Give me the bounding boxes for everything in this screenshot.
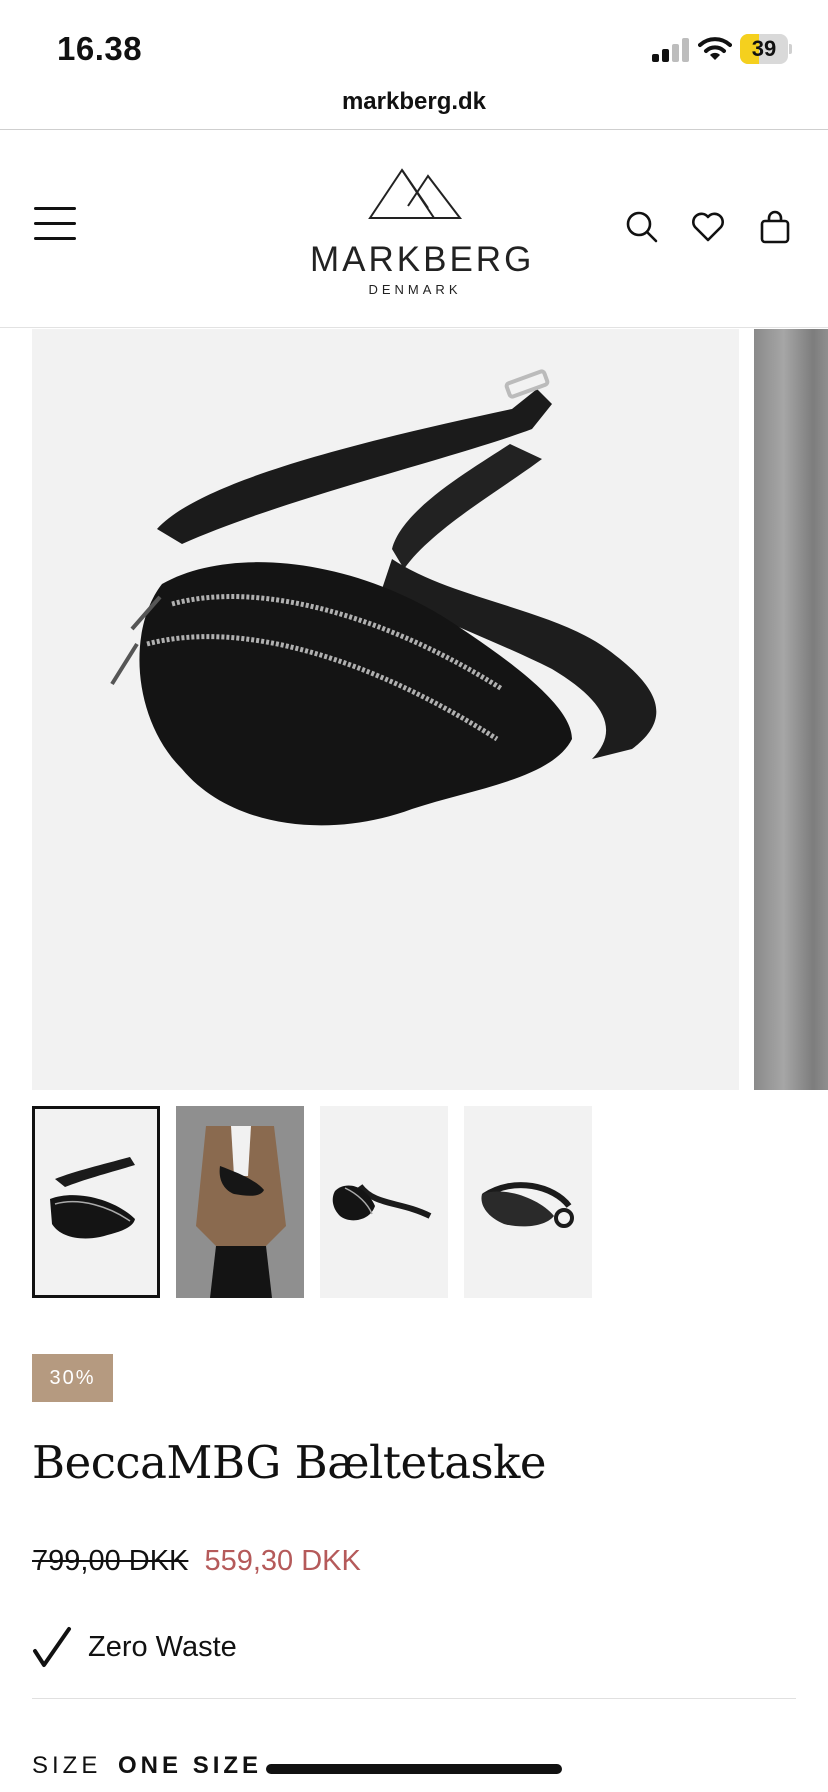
brand-subtitle: DENMARK <box>368 282 462 297</box>
thumbnail-model-image <box>176 1106 304 1298</box>
size-value: ONE SIZE <box>118 1752 263 1779</box>
product-main-image[interactable] <box>32 329 739 1090</box>
status-time: 16.38 <box>57 30 143 67</box>
search-icon[interactable] <box>624 209 660 245</box>
thumbnail-strip <box>32 1106 592 1298</box>
product-title: BeccaMBG Bæltetaske <box>32 1436 547 1489</box>
sale-price: 559,30 DKK <box>204 1545 361 1577</box>
feature-zero-waste: Zero Waste <box>32 1625 432 1671</box>
heart-icon[interactable] <box>690 209 726 245</box>
battery-level: 39 <box>751 36 777 61</box>
thumbnail-4[interactable] <box>464 1106 592 1298</box>
home-indicator[interactable] <box>266 1764 562 1774</box>
size-label: SIZE <box>32 1752 102 1779</box>
size-selector[interactable]: SIZE ONE SIZE <box>32 1752 262 1780</box>
brand-name: MARKBERG <box>310 240 535 279</box>
price-block: 799,00 DKK 559,30 DKK <box>32 1545 361 1578</box>
bag-icon[interactable] <box>757 209 793 245</box>
thumbnail-3[interactable] <box>320 1106 448 1298</box>
thumbnail-1[interactable] <box>32 1106 160 1298</box>
thumbnail-bag-image <box>50 1157 135 1239</box>
original-price: 799,00 DKK <box>32 1545 189 1577</box>
thumbnail-bag-back-image <box>481 1182 574 1228</box>
brand-logo[interactable]: MARKBERG DENMARK <box>310 156 535 297</box>
thumbnail-bag-side-image <box>332 1184 432 1221</box>
divider <box>32 1698 796 1699</box>
belt-bag-image <box>110 369 657 826</box>
wifi-icon <box>698 36 732 62</box>
discount-badge: 30% <box>32 1354 113 1402</box>
checkmark-icon <box>33 1627 71 1667</box>
product-next-image-peek[interactable] <box>754 329 828 1090</box>
feature-label: Zero Waste <box>88 1631 237 1663</box>
battery-icon: 39 <box>740 34 792 64</box>
cellular-signal-icon <box>652 38 690 62</box>
browser-url[interactable]: markberg.dk <box>0 82 828 130</box>
status-bar: 16.38 39 <box>0 0 828 82</box>
site-header: MARKBERG DENMARK <box>0 131 828 328</box>
menu-icon[interactable] <box>34 207 76 241</box>
thumbnail-2[interactable] <box>176 1106 304 1298</box>
